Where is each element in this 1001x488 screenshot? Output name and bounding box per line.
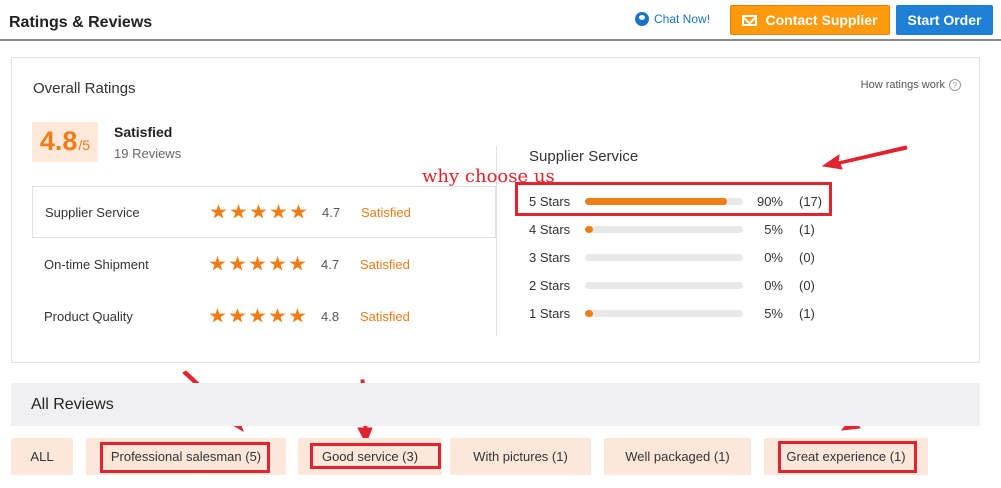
chat-icon: [635, 12, 649, 26]
metric-label: Product Quality: [44, 308, 133, 324]
all-reviews-title: All Reviews: [31, 396, 114, 413]
metric-label: On-time Shipment: [44, 256, 149, 272]
overall-score-max: /5: [78, 137, 91, 153]
star-icon: [209, 308, 226, 323]
star-rating: [209, 256, 321, 272]
star-icon: [249, 308, 266, 323]
highlight-box-5-stars: [515, 182, 832, 216]
chat-now-link[interactable]: Chat Now!: [635, 12, 710, 26]
filter-all[interactable]: ALL: [11, 438, 73, 475]
metric-score: 4.8: [321, 308, 340, 324]
distribution-row-1: 1 Stars 5% (1): [529, 303, 849, 323]
distribution-count: (0): [799, 249, 815, 265]
distribution-bar: [585, 225, 743, 233]
ratings-panel: Overall Ratings How ratings work ? 4.8 /…: [11, 57, 980, 363]
chat-now-label: Chat Now!: [654, 12, 711, 26]
highlight-box-great-experience: [778, 441, 917, 473]
overall-status: Satisfied: [114, 124, 173, 140]
star-icon: [210, 204, 227, 219]
distribution-percent: 5%: [764, 305, 783, 321]
distribution-label: 2 Stars: [529, 277, 571, 293]
mail-icon: [742, 14, 758, 26]
star-icon: [229, 308, 246, 323]
distribution-bar-fill: [585, 309, 593, 317]
star-icon: [269, 308, 286, 323]
header-bar: Ratings & Reviews Chat Now! Contact Supp…: [0, 0, 1001, 41]
contact-supplier-button[interactable]: Contact Supplier: [730, 5, 890, 35]
distribution-count: (1): [799, 305, 815, 321]
how-ratings-work-link[interactable]: How ratings work ?: [861, 79, 961, 91]
distribution-bar: [585, 309, 743, 317]
metric-row-on-time-shipment: On-time Shipment 4.7 Satisfied: [32, 238, 496, 290]
filter-with-pictures[interactable]: With pictures (1): [450, 438, 591, 475]
metric-status: Satisfied: [360, 256, 410, 272]
star-icon: [249, 256, 266, 271]
filter-well-packaged[interactable]: Well packaged (1): [604, 438, 751, 475]
question-icon: ?: [949, 79, 961, 91]
distribution-label: 4 Stars: [529, 221, 571, 237]
distribution-percent: 0%: [764, 249, 783, 265]
metric-row-product-quality: Product Quality 4.8 Satisfied: [32, 290, 496, 342]
overall-ratings-title: Overall Ratings: [33, 80, 136, 97]
distribution-row-2: 2 Stars 0% (0): [529, 275, 849, 295]
how-ratings-label: How ratings work: [860, 79, 945, 91]
star-icon: [289, 256, 306, 271]
contact-supplier-label: Contact Supplier: [765, 12, 878, 28]
distribution-label: 1 Stars: [529, 305, 571, 321]
metric-status: Satisfied: [360, 308, 410, 324]
distribution-bar: [585, 253, 743, 261]
start-order-button[interactable]: Start Order: [896, 5, 993, 35]
highlight-box-good-service: [310, 443, 441, 469]
distribution-bar-fill: [585, 225, 593, 233]
overall-score: 4.8: [39, 126, 78, 156]
star-rating: [209, 308, 321, 324]
star-icon: [209, 256, 226, 271]
distribution-bar: [585, 281, 743, 289]
metric-row-supplier-service: Supplier Service 4.7 Satisfied: [32, 186, 496, 238]
metric-status: Satisfied: [361, 204, 411, 220]
distribution-row-4: 4 Stars 5% (1): [529, 219, 849, 239]
star-icon: [269, 256, 286, 271]
distribution-count: (1): [799, 221, 815, 237]
star-icon: [230, 204, 247, 219]
star-icon: [289, 308, 306, 323]
metric-score: 4.7: [321, 256, 340, 272]
star-icon: [270, 204, 287, 219]
distribution-row-3: 3 Stars 0% (0): [529, 247, 849, 267]
page-title: Ratings & Reviews: [9, 14, 153, 31]
distribution-percent: 5%: [764, 221, 783, 237]
star-rating: [210, 204, 322, 220]
all-reviews-header: All Reviews: [11, 383, 980, 426]
distribution-label: 3 Stars: [529, 249, 571, 265]
star-icon: [250, 204, 267, 219]
distribution-percent: 0%: [764, 277, 783, 293]
overall-score-badge: 4.8 /5: [32, 122, 98, 162]
distribution-count: (0): [799, 277, 815, 293]
highlight-box-professional-salesman: [100, 442, 270, 473]
review-count: 19 Reviews: [114, 146, 182, 161]
metric-label: Supplier Service: [45, 204, 140, 220]
star-icon: [290, 204, 307, 219]
star-icon: [229, 256, 246, 271]
metric-score: 4.7: [322, 204, 341, 220]
supplier-service-title: Supplier Service: [529, 148, 639, 165]
